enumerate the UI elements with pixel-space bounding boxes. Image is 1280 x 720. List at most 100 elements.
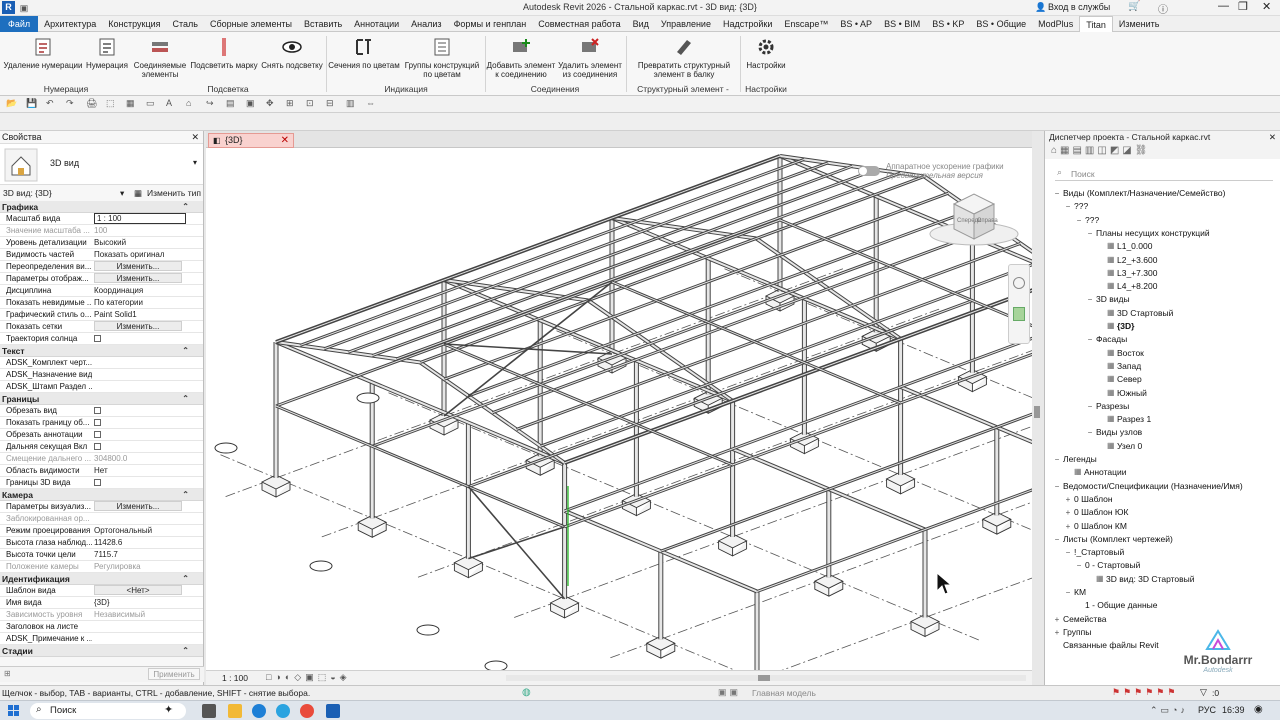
expand-icon[interactable]: + — [1064, 495, 1072, 504]
collapse-icon[interactable]: − — [1053, 189, 1061, 198]
collapse-icon[interactable]: − — [1086, 295, 1094, 304]
tree-node[interactable]: Группы — [1063, 626, 1091, 638]
qat-tool-icon[interactable]: ⬚ — [106, 98, 115, 109]
tree-node[interactable]: Ведомости/Спецификации (Назначение/Имя) — [1063, 480, 1243, 492]
notifications-icon[interactable]: ◉ — [1254, 704, 1263, 715]
browser-toolbar-icons[interactable]: ⌂▦▤▥◫◩◪⛓ — [1045, 143, 1280, 159]
property-value[interactable]: Ортогональный — [94, 525, 186, 537]
qat-tool-icon[interactable]: ✥ — [266, 98, 274, 109]
collapse-icon[interactable]: − — [1064, 202, 1072, 211]
property-checkbox[interactable] — [94, 419, 101, 426]
menu-tab-0[interactable]: Файл — [0, 15, 39, 32]
type-selector[interactable]: 3D вид ▾ — [0, 143, 203, 185]
tree-node[interactable]: Виды узлов — [1096, 426, 1142, 438]
menu-tab-19[interactable]: Titan — [1079, 15, 1113, 32]
menu-tab-15[interactable]: BS • BIM — [878, 16, 926, 32]
collapse-icon[interactable]: − — [1053, 535, 1061, 544]
property-section[interactable]: Камера ⌃ — [0, 489, 203, 501]
qat-tool-icon[interactable]: ⊞ — [286, 98, 294, 109]
tree-node[interactable]: Листы (Комплект чертежей) — [1063, 533, 1173, 545]
property-value[interactable]: {3D} — [94, 597, 186, 609]
menu-tab-17[interactable]: BS • Общие — [970, 16, 1032, 32]
tree-node[interactable]: Планы несущих конструкций — [1096, 227, 1210, 239]
qat-tool-icon[interactable]: ⇔ — [366, 98, 375, 108]
viewcube[interactable]: Спереди Справа — [924, 184, 1024, 250]
menu-tab-2[interactable]: Конструкция — [102, 16, 166, 32]
collapse-icon[interactable]: − — [1086, 428, 1094, 437]
property-value[interactable]: Изменить... — [94, 501, 186, 513]
tree-node[interactable]: Восток — [1117, 347, 1144, 359]
property-value[interactable]: <Нет> — [94, 585, 186, 597]
view-scale[interactable]: 1 : 100 — [222, 673, 248, 683]
vertical-scrollbar-thumb[interactable] — [1034, 406, 1040, 418]
qat-tool-icon[interactable]: ↶ — [46, 98, 54, 109]
horizontal-scrollbar[interactable] — [506, 675, 1026, 681]
property-value[interactable]: 1 : 100 — [94, 213, 186, 224]
taskbar-search[interactable]: ⌕ Поиск ✦ — [30, 703, 186, 719]
tree-node[interactable]: 3D виды — [1096, 293, 1130, 305]
close-icon[interactable]: ✕ — [281, 134, 289, 147]
tree-node[interactable]: КМ — [1074, 586, 1086, 598]
menu-tab-1[interactable]: Архитектура — [38, 16, 102, 32]
user-icon[interactable]: 👤 — [1035, 2, 1046, 13]
joined-elements-button[interactable]: Соединяемые элементы — [132, 36, 188, 79]
qat-tool-icon[interactable]: ▭ — [146, 98, 155, 109]
property-value[interactable]: Координация — [94, 285, 186, 297]
groups-by-color-button[interactable]: Группы конструкций по цветам — [400, 36, 484, 79]
menu-tab-5[interactable]: Вставить — [298, 16, 348, 32]
collapse-icon[interactable]: − — [1075, 216, 1083, 225]
tree-node[interactable]: Север — [1117, 373, 1142, 385]
property-value[interactable]: Изменить... — [94, 321, 186, 333]
collapse-icon[interactable]: ⌃ — [182, 393, 189, 405]
property-checkbox[interactable] — [94, 407, 101, 414]
qat-tool-icon[interactable]: ⌂ — [186, 98, 191, 108]
property-value[interactable]: По категории — [94, 297, 186, 309]
tree-node[interactable]: Южный — [1117, 387, 1147, 399]
menu-tab-11[interactable]: Управление — [655, 16, 717, 32]
convert-to-beam-button[interactable]: Превратить структурный элемент в балку — [630, 36, 738, 79]
menu-tab-3[interactable]: Сталь — [167, 16, 204, 32]
qat-tool-icon[interactable]: 💾 — [26, 98, 37, 109]
edit-type-button[interactable]: Изменить тип — [147, 185, 201, 201]
property-checkbox[interactable] — [94, 431, 101, 438]
qat-tool-icon[interactable]: ▣ — [246, 98, 255, 109]
collapse-icon[interactable]: ⌃ — [182, 489, 189, 501]
menu-tab-9[interactable]: Совместная работа — [532, 16, 626, 32]
minimize-button[interactable]: — — [1218, 0, 1229, 12]
property-edit-button[interactable]: Изменить... — [94, 321, 182, 331]
menu-tab-16[interactable]: BS • KP — [926, 16, 970, 32]
tree-node[interactable]: Легенды — [1063, 453, 1097, 465]
signin-button[interactable]: Вход в службы — [1048, 2, 1110, 12]
instance-selector[interactable]: 3D вид: {3D} ▾ ▦ Изменить тип — [0, 185, 203, 201]
property-checkbox[interactable] — [94, 443, 101, 450]
filter-icon[interactable]: ▽ — [1200, 687, 1207, 698]
property-edit-button[interactable]: Изменить... — [94, 261, 182, 271]
apply-button[interactable]: Применить — [148, 668, 200, 680]
qat-tool-icon[interactable]: ⊟ — [326, 98, 334, 109]
collapse-icon[interactable]: − — [1086, 229, 1094, 238]
tree-node[interactable]: Семейства — [1063, 613, 1106, 625]
cart-icon[interactable]: 🛒 — [1128, 1, 1140, 12]
qat-tool-icon[interactable]: ↪ — [206, 98, 214, 109]
property-section[interactable]: Границы ⌃ — [0, 393, 203, 405]
collapse-icon[interactable]: − — [1075, 561, 1083, 570]
property-value[interactable]: Показать оригинал — [94, 249, 186, 261]
property-section[interactable]: Текст ⌃ — [0, 345, 203, 357]
3d-viewport[interactable]: Аппаратное ускорение графики Предварител… — [206, 148, 1280, 704]
tree-node[interactable]: 0 Шаблон ЮК — [1074, 506, 1128, 518]
tree-node[interactable]: {3D} — [1117, 320, 1134, 332]
qat-tool-icon[interactable]: 🖨 — [86, 98, 97, 109]
chrome-icon[interactable] — [300, 704, 314, 718]
tab-3d-view[interactable]: ◧ {3D} ✕ — [208, 133, 294, 148]
zoom-icon[interactable] — [1013, 307, 1025, 321]
view-control-icons[interactable]: □◑◐◇▣⬚◒◈ — [266, 672, 351, 683]
add-to-joint-button[interactable]: Добавить элемент к соединению — [486, 36, 556, 79]
clock[interactable]: 16:39 — [1222, 705, 1245, 715]
property-value[interactable]: Изменить... — [94, 273, 186, 285]
tree-node[interactable]: Аннотации — [1084, 466, 1127, 478]
tree-node[interactable]: !_Стартовый — [1074, 546, 1124, 558]
telegram-icon[interactable] — [276, 704, 290, 718]
collapse-icon[interactable]: − — [1064, 588, 1072, 597]
qat-tool-icon[interactable]: ▥ — [346, 98, 355, 109]
qat-tool-icon[interactable]: ▦ — [126, 98, 135, 109]
